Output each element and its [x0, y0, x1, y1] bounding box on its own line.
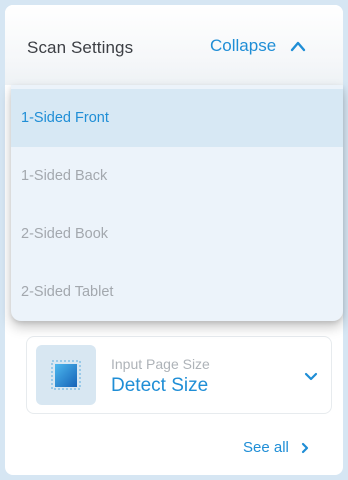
input-page-size-label: Input Page Size	[111, 356, 210, 372]
see-all-link[interactable]: See all	[243, 439, 309, 456]
option-1-sided-front[interactable]: 1-Sided Front	[11, 89, 343, 147]
option-2-sided-book[interactable]: 2-Sided Book	[11, 205, 343, 263]
page-size-thumbnail	[36, 345, 96, 405]
collapse-button[interactable]: Collapse	[210, 36, 306, 56]
chevron-down-icon	[304, 372, 318, 381]
page-size-icon	[51, 360, 81, 390]
chevron-right-icon	[301, 442, 308, 453]
scan-settings-title: Scan Settings	[27, 38, 134, 57]
see-all-label: See all	[243, 439, 289, 456]
input-page-size-selector[interactable]: Input Page Size Detect Size	[26, 336, 332, 414]
input-page-size-value: Detect Size	[111, 375, 209, 396]
option-2-sided-tablet[interactable]: 2-Sided Tablet	[11, 263, 343, 321]
option-1-sided-back[interactable]: 1-Sided Back	[11, 147, 343, 205]
scan-settings-header: Scan Settings Collapse	[5, 5, 343, 85]
chevron-up-icon	[290, 41, 306, 52]
scan-mode-dropdown-menu: 1-Sided Front 1-Sided Back 2-Sided Book …	[11, 85, 343, 321]
collapse-label: Collapse	[210, 36, 277, 55]
